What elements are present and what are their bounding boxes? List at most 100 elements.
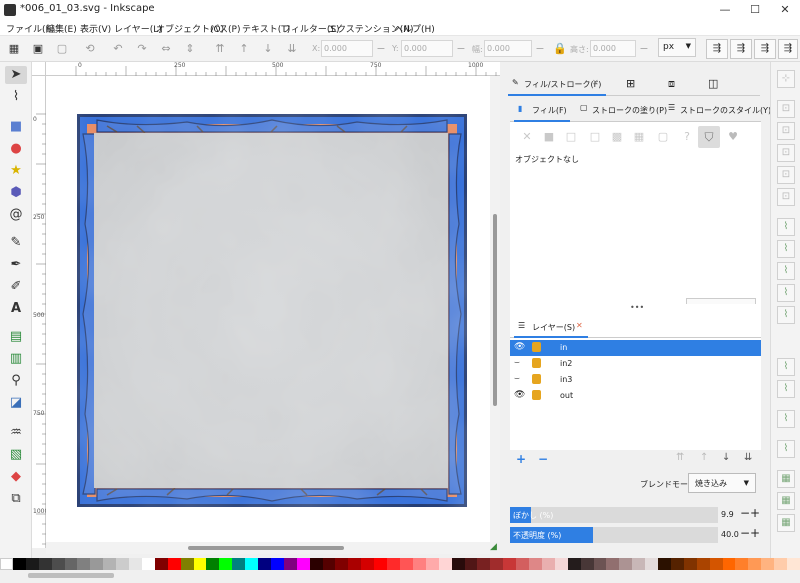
color-swatch[interactable]: [193, 558, 207, 570]
lock-ratio-icon[interactable]: 🔒: [552, 41, 568, 57]
color-swatch[interactable]: [477, 558, 491, 570]
tab-align-icon[interactable]: ⊞: [626, 77, 635, 90]
hidden-eye-icon[interactable]: ⌣: [514, 374, 520, 384]
snap-rotation-center-icon[interactable]: ⌇: [777, 410, 795, 428]
color-swatch[interactable]: [748, 558, 762, 570]
snap-smooth-icon[interactable]: ⌇: [777, 306, 795, 324]
snap-guide-icon[interactable]: ▦: [777, 514, 795, 532]
color-swatch[interactable]: [632, 558, 646, 570]
remove-layer-icon[interactable]: −: [538, 452, 548, 466]
snap-bbox-corner-icon[interactable]: ⊡: [777, 144, 795, 162]
radial-gradient-icon[interactable]: □: [588, 130, 602, 144]
mesh-tool-icon[interactable]: ▥: [5, 350, 27, 368]
flip-horizontal-icon[interactable]: ⇔: [158, 41, 174, 57]
snap-nodes-icon[interactable]: ⌇: [777, 218, 795, 236]
lock-icon[interactable]: [532, 374, 541, 384]
snap-midpoint-icon[interactable]: ⌇: [777, 358, 795, 376]
color-swatch[interactable]: [554, 558, 569, 570]
color-swatch[interactable]: [116, 558, 130, 570]
pen-tool-icon[interactable]: ✒: [5, 256, 27, 274]
height-stepper[interactable]: −+: [635, 40, 653, 72]
opacity-slider[interactable]: 不透明度 (%): [510, 527, 718, 543]
blur-slider[interactable]: ぼかし (%): [510, 507, 718, 523]
color-swatch[interactable]: [645, 558, 659, 570]
panel-resize-handle[interactable]: •••: [630, 303, 644, 312]
layer-row[interactable]: 👁 out: [510, 388, 761, 404]
color-swatch[interactable]: [154, 558, 169, 570]
fill-rule-evenodd-icon[interactable]: ⛉: [698, 126, 720, 148]
color-swatch[interactable]: [270, 558, 285, 570]
color-swatch[interactable]: [25, 558, 40, 570]
color-swatch[interactable]: [541, 558, 556, 570]
color-swatch[interactable]: [258, 558, 272, 570]
color-swatch[interactable]: [77, 558, 91, 570]
transform-pattern-button[interactable]: ⇶: [778, 39, 798, 59]
color-swatch[interactable]: [180, 558, 195, 570]
dropper-tool-icon[interactable]: ⚲: [5, 372, 27, 390]
transform-gradient-button[interactable]: ⇶: [754, 39, 776, 59]
lock-icon[interactable]: [532, 358, 541, 368]
raise-to-top-icon[interactable]: ⇈: [676, 452, 684, 463]
gradient-tool-icon[interactable]: ▤: [5, 328, 27, 346]
tab-stroke-style[interactable]: ☰ ストロークのスタイル(Y): [668, 98, 771, 122]
color-swatch[interactable]: [103, 558, 117, 570]
opacity-stepper[interactable]: −+: [740, 526, 760, 540]
color-swatch[interactable]: [503, 558, 517, 570]
color-swatch[interactable]: [283, 558, 298, 570]
lock-icon[interactable]: [532, 390, 541, 400]
paint-bucket-tool-icon[interactable]: ◪: [5, 394, 27, 412]
blend-mode-select[interactable]: 焼き込み ▼: [688, 473, 756, 493]
color-swatch[interactable]: [335, 558, 349, 570]
color-swatch[interactable]: [374, 558, 388, 570]
color-swatch[interactable]: [735, 558, 749, 570]
color-swatch[interactable]: [567, 558, 582, 570]
raise-layer-icon[interactable]: ↑: [700, 452, 708, 463]
snap-text-baseline-icon[interactable]: ⌇: [777, 440, 795, 458]
mesh-gradient-icon[interactable]: ▩: [610, 130, 624, 144]
close-button[interactable]: ✕: [770, 0, 800, 20]
layer-row[interactable]: ⌣ in3: [510, 372, 761, 388]
raise-icon[interactable]: ↑: [236, 41, 252, 57]
color-swatch[interactable]: [387, 558, 401, 570]
ellipse-tool-icon[interactable]: ●: [5, 140, 27, 158]
color-swatch[interactable]: [490, 558, 504, 570]
horizontal-scrollbar[interactable]: [46, 542, 490, 554]
node-tool-icon[interactable]: ⌇: [5, 88, 27, 106]
rotate-ccw-icon[interactable]: ⟲: [82, 41, 98, 57]
color-swatch[interactable]: [425, 558, 440, 570]
select-all-layers-icon[interactable]: ▣: [30, 41, 46, 57]
height-input[interactable]: 0.000: [590, 40, 636, 57]
scroll-thumb[interactable]: [493, 214, 497, 406]
unset-paint-icon[interactable]: ?: [680, 130, 694, 144]
color-swatch[interactable]: [619, 558, 633, 570]
snap-bbox-icon[interactable]: ⊡: [777, 100, 795, 118]
color-swatch[interactable]: [722, 558, 736, 570]
linear-gradient-icon[interactable]: □: [564, 130, 578, 144]
tab-objects-icon[interactable]: ⧈: [668, 77, 675, 91]
color-swatch[interactable]: [787, 558, 800, 570]
opacity-value[interactable]: 40.0: [721, 530, 739, 539]
lower-to-bottom-icon[interactable]: ⇊: [744, 452, 752, 463]
pencil-tool-icon[interactable]: ✎: [5, 234, 27, 252]
scroll-thumb[interactable]: [188, 546, 344, 550]
color-swatch[interactable]: [206, 558, 220, 570]
tab-fill-stroke[interactable]: ✎ フィル/ストローク(F) ✕: [508, 72, 606, 96]
snap-toggle-icon[interactable]: ⊹: [777, 70, 795, 88]
maximize-button[interactable]: ☐: [740, 0, 770, 20]
menu-edit[interactable]: 編集(E): [46, 22, 77, 35]
spiral-tool-icon[interactable]: @: [5, 206, 27, 224]
color-swatch[interactable]: [129, 558, 143, 570]
color-swatch[interactable]: [451, 558, 465, 570]
text-tool-icon[interactable]: A: [5, 300, 27, 318]
flip-vertical-icon[interactable]: ⇕: [182, 41, 198, 57]
raise-to-top-icon[interactable]: ⇈: [212, 41, 228, 57]
layer-row[interactable]: 👁 in: [510, 340, 761, 356]
color-swatch[interactable]: [348, 558, 362, 570]
no-color-swatch[interactable]: [0, 558, 13, 570]
blur-stepper[interactable]: −+: [740, 506, 760, 520]
rotate-90-ccw-icon[interactable]: ↶: [110, 41, 126, 57]
color-swatch[interactable]: [658, 558, 672, 570]
tab-layers[interactable]: ☰ レイヤー(S) ✕: [514, 316, 588, 338]
color-swatch[interactable]: [670, 558, 685, 570]
calligraphy-tool-icon[interactable]: ✐: [5, 278, 27, 296]
